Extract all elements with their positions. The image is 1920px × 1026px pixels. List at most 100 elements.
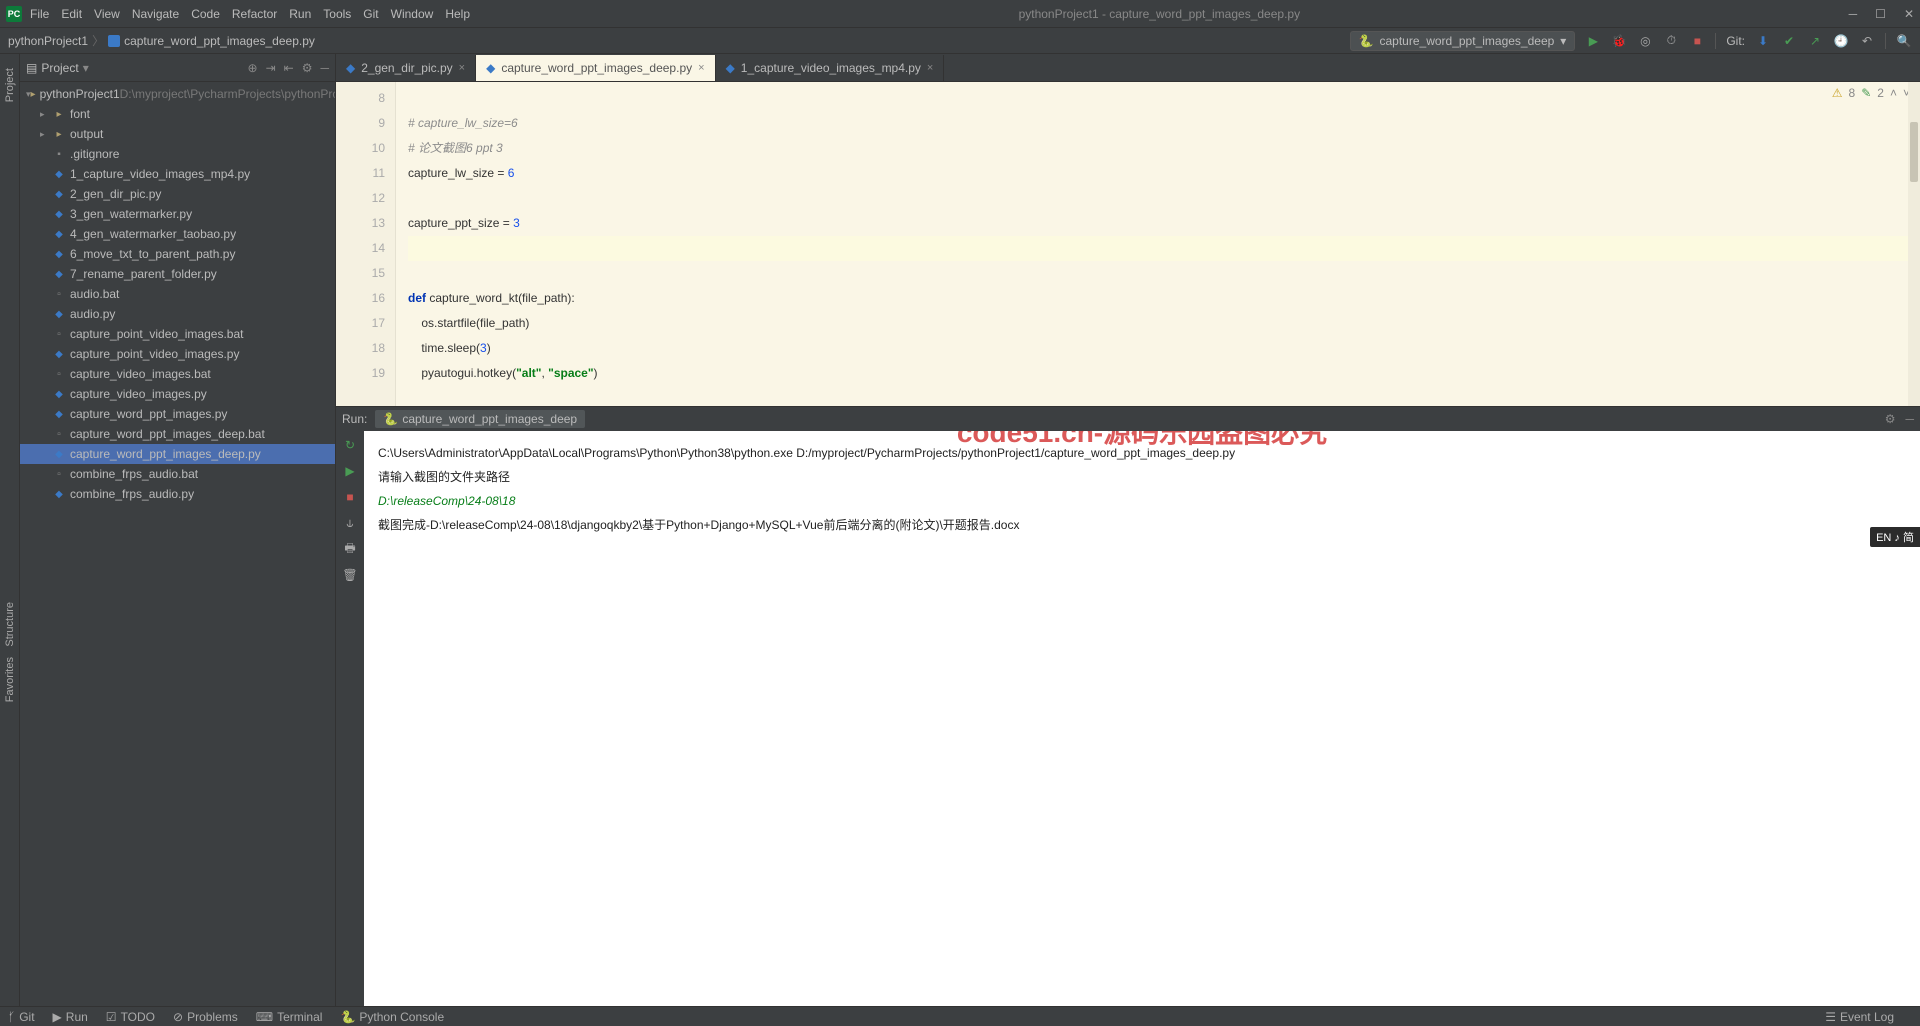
tree-item[interactable]: ◆capture_video_images.py [20, 384, 335, 404]
close-tab-icon[interactable]: × [927, 62, 933, 74]
chevron-up-icon[interactable]: ˄ [1890, 86, 1897, 100]
menu-run[interactable]: Run [289, 7, 311, 21]
breadcrumb-sep: 〉 [92, 32, 104, 49]
delete-button[interactable]: 🗑 [342, 567, 358, 583]
tree-item[interactable]: ◆6_move_txt_to_parent_path.py [20, 244, 335, 264]
run-button[interactable]: ▶ [1585, 33, 1601, 49]
close-tab-icon[interactable]: × [459, 62, 465, 74]
git-update-button[interactable]: ⬇ [1755, 33, 1771, 49]
coverage-button[interactable]: ◎ [1637, 33, 1653, 49]
tree-item[interactable]: ◆7_rename_parent_folder.py [20, 264, 335, 284]
ime-indicator[interactable]: EN ♪ 简 [1870, 527, 1920, 547]
menu-code[interactable]: Code [191, 7, 220, 21]
run-configuration-selector[interactable]: 🐍 capture_word_ppt_images_deep ▾ [1350, 31, 1576, 51]
debug-button[interactable]: 🐞 [1611, 33, 1627, 49]
tree-item[interactable]: ▸▸font [20, 104, 335, 124]
tree-item[interactable]: ▫combine_frps_audio.bat [20, 464, 335, 484]
chevron-down-icon[interactable]: ▾ [83, 61, 89, 75]
git-history-button[interactable]: 🕘 [1833, 33, 1849, 49]
locate-button[interactable]: ⊕ [248, 61, 258, 75]
status-terminal[interactable]: ⌨Terminal [256, 1010, 323, 1024]
tree-item[interactable]: ▾▸pythonProject1 D:\myproject\PycharmPro… [20, 84, 335, 104]
project-tree[interactable]: ▾▸pythonProject1 D:\myproject\PycharmPro… [20, 82, 335, 1006]
status-git[interactable]: ᚶGit [8, 1010, 35, 1024]
navigation-bar: pythonProject1 〉 capture_word_ppt_images… [0, 28, 1920, 54]
expand-all-button[interactable]: ⇥ [266, 61, 276, 75]
profile-button[interactable]: ⏱ [1663, 33, 1679, 49]
project-tool-window: ▤ Project ▾ ⊕ ⇥ ⇤ ⚙ ─ ▾▸pythonProject1 D… [20, 54, 336, 1006]
inspection-widget[interactable]: ⚠8 ✎2 ˄ ˅ [1832, 86, 1910, 100]
hide-button[interactable]: ─ [320, 61, 329, 75]
close-button[interactable]: ✕ [1904, 7, 1914, 21]
project-panel-title[interactable]: Project [41, 61, 78, 75]
git-rollback-button[interactable]: ↶ [1859, 33, 1875, 49]
tree-item[interactable]: ▫capture_point_video_images.bat [20, 324, 335, 344]
status-python-console[interactable]: 🐍Python Console [340, 1010, 444, 1024]
menu-file[interactable]: File [30, 7, 49, 21]
run-hide-button[interactable]: ─ [1905, 412, 1914, 426]
close-tab-icon[interactable]: × [698, 62, 704, 74]
run-console[interactable]: code51.cn-源码乐园盗图必究 C:\Users\Administrato… [364, 431, 1920, 1006]
editor-tab[interactable]: ◆capture_word_ppt_images_deep.py× [476, 55, 715, 81]
menu-navigate[interactable]: Navigate [132, 7, 179, 21]
stop-button[interactable]: ■ [342, 489, 358, 505]
layout-button[interactable]: ⫝ [342, 515, 358, 531]
scrollbar-thumb[interactable] [1910, 122, 1918, 182]
run-button[interactable]: ▶ [342, 463, 358, 479]
tree-item[interactable]: ▫capture_word_ppt_images_deep.bat [20, 424, 335, 444]
run-settings-button[interactable]: ⚙ [1885, 412, 1896, 426]
run-tab[interactable]: 🐍 capture_word_ppt_images_deep [375, 410, 585, 428]
tree-item[interactable]: ▪.gitignore [20, 144, 335, 164]
minimize-button[interactable]: ─ [1849, 7, 1858, 21]
tree-item[interactable]: ◆3_gen_watermarker.py [20, 204, 335, 224]
side-tab-structure[interactable]: Structure [4, 602, 16, 647]
tree-item[interactable]: ◆capture_point_video_images.py [20, 344, 335, 364]
menu-refactor[interactable]: Refactor [232, 7, 277, 21]
menu-window[interactable]: Window [391, 7, 434, 21]
console-line: 请输入截图的文件夹路径 [378, 465, 1906, 489]
stop-button[interactable]: ■ [1689, 33, 1705, 49]
git-commit-button[interactable]: ✔ [1781, 33, 1797, 49]
side-tab-project[interactable]: Project [4, 68, 16, 102]
tree-item[interactable]: ▫capture_video_images.bat [20, 364, 335, 384]
menu-view[interactable]: View [94, 7, 120, 21]
settings-button[interactable]: ⚙ [302, 61, 313, 75]
git-push-button[interactable]: ↗ [1807, 33, 1823, 49]
tree-item[interactable]: ◆1_capture_video_images_mp4.py [20, 164, 335, 184]
code-content[interactable]: # capture_lw_size=6# 论文截图6 ppt 3capture_… [396, 82, 1920, 406]
status-run[interactable]: ▶Run [53, 1010, 88, 1024]
tree-item[interactable]: ◆2_gen_dir_pic.py [20, 184, 335, 204]
typo-icon: ✎ [1861, 86, 1871, 100]
menu-tools[interactable]: Tools [323, 7, 351, 21]
code-editor[interactable]: 8910111213141516171819 # capture_lw_size… [336, 82, 1920, 406]
tree-item[interactable]: ◆audio.py [20, 304, 335, 324]
python-icon: 🐍 [383, 412, 398, 426]
menu-help[interactable]: Help [445, 7, 470, 21]
status-todo[interactable]: ☑TODO [106, 1010, 155, 1024]
search-everywhere-button[interactable]: 🔍 [1896, 33, 1912, 49]
tree-item[interactable]: ◆capture_word_ppt_images.py [20, 404, 335, 424]
maximize-button[interactable]: ☐ [1875, 7, 1886, 21]
editor-tab[interactable]: ◆2_gen_dir_pic.py× [336, 55, 476, 81]
status-event-log[interactable]: ☰Event Log [1825, 1010, 1894, 1024]
tree-item[interactable]: ◆4_gen_watermarker_taobao.py [20, 224, 335, 244]
collapse-all-button[interactable]: ⇤ [284, 61, 294, 75]
menu-edit[interactable]: Edit [61, 7, 82, 21]
breadcrumb-file[interactable]: capture_word_ppt_images_deep.py [124, 34, 315, 48]
python-file-icon [108, 35, 120, 47]
side-tab-favorites[interactable]: Favorites [4, 657, 16, 702]
status-problems[interactable]: ⊘Problems [173, 1010, 238, 1024]
breadcrumb-project[interactable]: pythonProject1 [8, 34, 88, 48]
tree-item[interactable]: ▸▸output [20, 124, 335, 144]
editor-tab[interactable]: ◆1_capture_video_images_mp4.py× [716, 55, 945, 81]
editor-scrollbar[interactable] [1908, 82, 1920, 406]
git-label: Git: [1726, 34, 1745, 48]
warning-count: 8 [1849, 86, 1856, 100]
rerun-button[interactable]: ↻ [342, 437, 358, 453]
tree-item[interactable]: ◆combine_frps_audio.py [20, 484, 335, 504]
tree-item[interactable]: ◆capture_word_ppt_images_deep.py [20, 444, 335, 464]
menu-git[interactable]: Git [363, 7, 378, 21]
tree-item[interactable]: ▫audio.bat [20, 284, 335, 304]
print-button[interactable]: 🖶 [342, 541, 358, 557]
project-view-icon: ▤ [26, 61, 37, 75]
